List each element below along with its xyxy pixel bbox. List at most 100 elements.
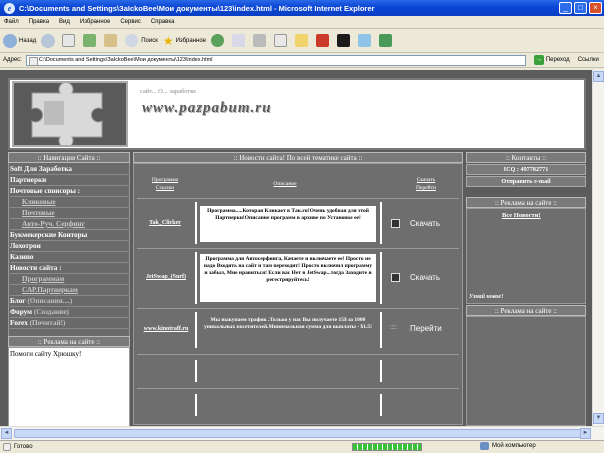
- left-ads-box: [8, 347, 130, 427]
- tool-button-2[interactable]: [337, 34, 353, 47]
- nav-forex[interactable]: Forex (Почитай!): [10, 318, 130, 329]
- floppy-disk-icon[interactable]: [391, 219, 400, 228]
- menu-bar: Файл Правка Вид Избранное Сервис Справка: [0, 16, 604, 29]
- refresh-button[interactable]: [83, 34, 99, 47]
- minimize-button[interactable]: _: [559, 2, 572, 14]
- nav-forum-extra: (Создание): [33, 308, 69, 316]
- progress-bar: [352, 443, 422, 451]
- history-button[interactable]: [211, 34, 227, 47]
- puzzle-logo-image[interactable]: [12, 81, 128, 149]
- nav-casino[interactable]: Казино: [10, 252, 130, 263]
- menu-edit[interactable]: Правка: [29, 19, 49, 25]
- tool-button-1[interactable]: [316, 34, 332, 47]
- back-arrow-icon: [3, 33, 17, 48]
- history-icon: [211, 34, 225, 47]
- row3-go-link[interactable]: Перейти: [410, 324, 442, 333]
- learn-new-text: Узнай новое!: [469, 294, 504, 300]
- toolbar: Назад Поиск ★ Избранное: [0, 29, 604, 53]
- row2-download-link[interactable]: Скачать: [410, 273, 440, 282]
- scroll-right-icon[interactable]: ►: [580, 428, 591, 439]
- edit-button[interactable]: [274, 34, 290, 47]
- col-links-header[interactable]: Ссылки: [140, 185, 190, 191]
- nav-soft[interactable]: Soft Для Заработка: [10, 164, 130, 175]
- row5-separator-2: [380, 394, 382, 416]
- mail-icon: [232, 34, 246, 47]
- row1-description: Программа.....Которая Кликает в Так.ru!О…: [200, 206, 376, 242]
- page-icon: [3, 443, 11, 451]
- nav-forum[interactable]: Форум (Создание): [10, 307, 130, 318]
- table-divider: [137, 248, 459, 249]
- menu-tools[interactable]: Сервис: [120, 19, 141, 25]
- nav-autosurf[interactable]: Авто-Руч. Серфинг: [10, 219, 130, 230]
- floppy-disk-icon[interactable]: [391, 273, 400, 282]
- tool-button-4[interactable]: [379, 34, 395, 47]
- left-ads-header: :: Реклама на сайте ::: [8, 336, 130, 347]
- left-ads-text: Помоги сайту Хрюшку!: [10, 350, 82, 358]
- close-button[interactable]: ×: [589, 2, 602, 14]
- address-input[interactable]: C:\Documents and Settings\ЗаIckoBee\Мои …: [25, 54, 526, 66]
- links-label[interactable]: Ссылки: [578, 57, 599, 63]
- vertical-scrollbar[interactable]: ▲ ▼: [592, 70, 604, 426]
- nav-mail[interactable]: Почтовые: [10, 208, 130, 219]
- col-go-header[interactable]: Перейти: [406, 185, 446, 191]
- contacts-header: :: Контакты ::: [466, 152, 586, 163]
- col-program-header[interactable]: Программа: [140, 177, 190, 183]
- maximize-button[interactable]: □: [574, 2, 587, 14]
- nav-blog[interactable]: Блог (Описания....): [10, 296, 130, 307]
- row2-program-link[interactable]: JetSwap_(Surf): [140, 274, 192, 280]
- nav-lohotron[interactable]: Лохотрон: [10, 241, 130, 252]
- send-email-link[interactable]: Отправить e-mail: [466, 176, 586, 187]
- go-button[interactable]: → Переход: [533, 55, 570, 65]
- horizontal-scroll-thumb[interactable]: [14, 429, 584, 438]
- nav-news-programs[interactable]: Программам: [10, 274, 130, 285]
- nav-forex-extra: (Почитай!): [29, 319, 66, 327]
- home-button[interactable]: [104, 34, 120, 47]
- row1-download-link[interactable]: Скачать: [410, 219, 440, 228]
- mail-button[interactable]: [232, 34, 248, 47]
- print-icon: [253, 34, 267, 47]
- col-desc-header[interactable]: Описание: [250, 181, 320, 187]
- tool-button-3[interactable]: [358, 34, 374, 47]
- nav-mail-sponsors: Почтовые спонсоры :: [10, 186, 130, 197]
- nav-blog-label: Блог: [10, 297, 26, 305]
- print-button[interactable]: [253, 34, 269, 47]
- stop-button[interactable]: [62, 34, 78, 47]
- row1-program-link[interactable]: Tak_Clicker: [140, 220, 190, 226]
- site-tagline: сайт... О... заработке: [140, 88, 197, 95]
- black-tool-icon: [337, 34, 351, 47]
- nav-header: :: Навигация Сайта ::: [8, 152, 130, 163]
- scroll-up-icon[interactable]: ▲: [593, 71, 604, 82]
- nav-partners[interactable]: Партнерки: [10, 175, 130, 186]
- forward-button[interactable]: [41, 33, 57, 48]
- nav-bookmakers[interactable]: Букмекерские Конторы: [10, 230, 130, 241]
- zone-label: Мой компьютер: [492, 443, 536, 449]
- row1-separator: [195, 202, 197, 244]
- site-logo-text[interactable]: www.pazpabum.ru: [142, 100, 272, 117]
- window-title: C:\Documents and Settings\ЗаIckoBee\Мои …: [19, 3, 375, 13]
- horizontal-scrollbar[interactable]: ◄ ►: [0, 426, 604, 440]
- scroll-down-icon[interactable]: ▼: [593, 413, 604, 424]
- nav-click[interactable]: Кликовые: [10, 197, 130, 208]
- computer-icon: [480, 442, 489, 450]
- all-news-link[interactable]: Все Новости!: [502, 212, 541, 219]
- folder-button[interactable]: [295, 34, 311, 47]
- row1-separator-2: [380, 202, 382, 244]
- menu-file[interactable]: Файл: [4, 19, 19, 25]
- search-icon: [125, 34, 139, 47]
- favorites-label: Избранное: [175, 37, 207, 44]
- row2-separator: [195, 252, 197, 304]
- menu-help[interactable]: Справка: [151, 19, 175, 25]
- nav-news-cap[interactable]: САР.Партнеркам: [10, 285, 130, 296]
- menu-favorites[interactable]: Избранное: [80, 19, 110, 25]
- status-text: Готово: [14, 444, 33, 450]
- favorites-button[interactable]: ★ Избранное: [163, 34, 206, 48]
- menu-view[interactable]: Вид: [59, 19, 70, 25]
- back-button[interactable]: Назад: [3, 33, 36, 48]
- scroll-left-icon[interactable]: ◄: [1, 428, 12, 439]
- security-zone: Мой компьютер: [480, 442, 536, 450]
- row2-description: Программа для Автосерфинга, Качаете и вк…: [200, 254, 376, 302]
- row3-program-link[interactable]: www.kinotraff.ru: [138, 326, 194, 332]
- search-button[interactable]: Поиск: [125, 34, 158, 47]
- col-download-header[interactable]: Скачать: [406, 177, 446, 183]
- star-icon: ★: [162, 33, 174, 48]
